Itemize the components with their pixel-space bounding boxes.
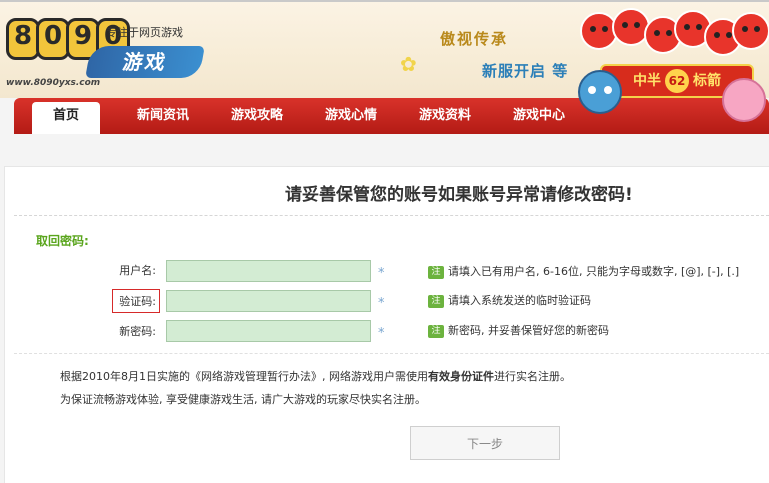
notice-line-1: 根据2010年8月1日实施的《网络游戏管理暂行办法》, 网络游戏用户需使用有效身… [60,368,571,384]
section-title: 取回密码: [36,234,89,248]
butterfly-icon: ✿ [400,52,417,76]
note-icon: 注 [428,325,444,338]
notice-line-2: 为保证流畅游戏体验, 享受健康游戏生活, 请广大游戏的玩家尽快实名注册。 [60,393,426,406]
code-hint: 注请填入系统发送的临时验证码 [428,292,591,308]
site-logo[interactable]: 8 0 9 0 专注于网页游戏 游戏 www.8090yxs.com [6,16,205,88]
main-navigation: 首页 新闻资讯 游戏攻略 游戏心情 游戏资料 游戏中心 [14,98,769,134]
nav-item-news[interactable]: 新闻资讯 [118,98,208,134]
badge-left-text: 中半 [633,73,661,89]
notice-text: 根据2010年8月1日实施的《网络游戏管理暂行办法》, 网络游戏用户需使用 [60,370,428,383]
logo-brand-text: 游戏 [85,46,205,78]
required-star: * [378,266,385,281]
blue-fox-mascot-icon [578,70,622,114]
nav-item-home[interactable]: 首页 [32,102,100,134]
logo-tagline: 专注于网页游戏 [106,26,183,39]
nav-item-game-center[interactable]: 游戏中心 [494,98,584,134]
badge-right-text: 标箭 [693,73,721,89]
divider [14,215,769,216]
badge-number: 62 [665,69,689,93]
required-star: * [378,326,385,341]
banner-slogan-top: 傲视传承 [440,30,509,48]
code-label: 验证码: [119,295,156,308]
required-star: * [378,296,385,311]
banner-slogan-bottom: 新服开启 等 [482,62,569,80]
note-icon: 注 [428,295,444,308]
notice-emphasis: 有效身份证件 [427,370,494,383]
site-header: 8 0 9 0 专注于网页游戏 游戏 www.8090yxs.com ✿ 傲视传… [0,2,769,98]
logo-url: www.8090yxs.com [6,78,101,88]
password-label: 新密码: [119,325,156,338]
note-icon: 注 [428,266,444,279]
fox-mascot-icon [732,12,769,50]
page-title: 请妥善保管您的账号如果账号异常请修改密码! [285,185,633,205]
verification-code-input[interactable] [166,290,371,312]
new-password-input[interactable] [166,320,371,342]
password-hint: 注新密码, 并妥善保管好您的新密码 [428,322,609,338]
pink-cat-mascot-icon [722,78,766,122]
code-hint-text: 请填入系统发送的临时验证码 [448,294,591,307]
nav-item-data[interactable]: 游戏资料 [400,98,490,134]
logo-digit: 8 [6,18,40,60]
next-step-button[interactable]: 下一步 [410,426,560,460]
nav-item-guides[interactable]: 游戏攻略 [212,98,302,134]
notice-text: 进行实名注册。 [493,370,571,383]
divider [14,353,769,354]
username-hint: 注请填入已有用户名, 6-16位, 只能为字母或数字, [@], [-], [.… [428,263,739,279]
password-hint-text: 新密码, 并妥善保管好您的新密码 [448,324,609,337]
logo-digit: 0 [36,18,70,60]
username-hint-text: 请填入已有用户名, 6-16位, 只能为字母或数字, [@], [-], [.] [448,265,740,278]
username-label: 用户名: [119,264,156,277]
nav-item-moods[interactable]: 游戏心情 [306,98,396,134]
username-input[interactable] [166,260,371,282]
